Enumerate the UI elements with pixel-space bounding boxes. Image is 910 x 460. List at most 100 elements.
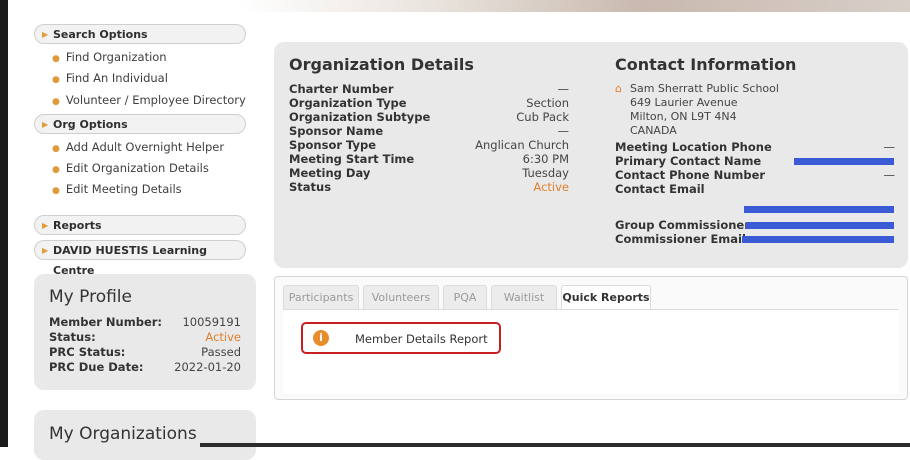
detail-label: Organization Subtype (289, 110, 431, 124)
detail-row: Charter Number — (289, 82, 569, 96)
window-top-strip (240, 0, 910, 12)
expand-triangle-icon: ▶ (42, 30, 49, 39)
detail-value: Section (526, 96, 569, 110)
member-details-report-button[interactable]: i Member Details Report (301, 322, 501, 354)
profile-label: Member Number: (49, 315, 163, 329)
org-options-label: Org Options (53, 118, 128, 131)
detail-value: 6:30 PM (522, 152, 569, 166)
address-line: CANADA (630, 124, 677, 137)
contact-label: Group Commissioner (615, 218, 750, 232)
detail-row: Organization Type Section (289, 96, 569, 110)
detail-label: Sponsor Name (289, 124, 384, 138)
contact-label: Commissioner Email (615, 232, 746, 246)
detail-row: Meeting Start Time 6:30 PM (289, 152, 569, 166)
tab-panel: Participants Volunteers PQA Waitlist Qui… (274, 276, 908, 400)
contact-row: Meeting Location Phone — (615, 140, 895, 154)
detail-value: Anglican Church (475, 138, 569, 152)
detail-row: Organization Subtype Cub Pack (289, 110, 569, 124)
search-options-header[interactable]: ▶ Search Options (34, 24, 246, 44)
address-line: Milton, ON L9T 4N4 (630, 110, 737, 123)
tab-quick-reports[interactable]: Quick Reports (561, 285, 651, 311)
detail-row: Sponsor Type Anglican Church (289, 138, 569, 152)
tab-volunteers[interactable]: Volunteers (363, 285, 439, 309)
redaction-bar (742, 236, 894, 243)
nav-find-individual[interactable]: ● Find An Individual (52, 71, 168, 85)
reports-label: Reports (53, 219, 102, 232)
profile-value: Active (205, 330, 241, 344)
report-label: Member Details Report (355, 332, 488, 346)
contact-label: Contact Phone Number (615, 168, 766, 182)
profile-card: My Profile Member Number: 10059191 Status… (34, 274, 256, 390)
profile-value: Passed (201, 345, 241, 359)
nav-edit-organization-details[interactable]: ● Edit Organization Details (52, 161, 209, 175)
tab-participants[interactable]: Participants (283, 285, 359, 309)
info-icon: i (313, 330, 329, 346)
reports-header[interactable]: ▶ Reports (34, 215, 246, 235)
bullet-icon: ● (52, 97, 60, 107)
profile-row: Status: Active (49, 330, 241, 344)
contact-label: Primary Contact Name (615, 154, 762, 168)
contact-row: Contact Phone Number — (615, 168, 895, 182)
detail-row: Meeting Day Tuesday (289, 166, 569, 180)
learning-centre-label: DAVID HUESTIS Learning Centre (53, 244, 208, 277)
nav-find-organization[interactable]: ● Find Organization (52, 50, 167, 64)
search-options-label: Search Options (53, 28, 148, 41)
org-options-header[interactable]: ▶ Org Options (34, 114, 246, 134)
profile-row: PRC Due Date: 2022-01-20 (49, 360, 241, 374)
tab-pqa[interactable]: PQA (443, 285, 487, 309)
expand-triangle-icon: ▶ (42, 246, 49, 255)
detail-label: Status (289, 180, 332, 194)
address-line: Sam Sherratt Public School (630, 82, 779, 95)
profile-value: 10059191 (182, 315, 241, 329)
detail-value: — (557, 82, 570, 96)
detail-value: — (557, 124, 570, 138)
nav-label: Edit Meeting Details (65, 182, 182, 196)
window-left-edge (0, 0, 8, 447)
tab-waitlist[interactable]: Waitlist (491, 285, 557, 309)
contact-value: — (883, 168, 896, 182)
detail-label: Organization Type (289, 96, 407, 110)
profile-value: 2022-01-20 (174, 360, 241, 374)
bullet-icon: ● (52, 186, 60, 196)
detail-row: Status Active (289, 180, 569, 194)
nav-label: Add Adult Overnight Helper (65, 140, 225, 154)
organizations-card: My Organizations (34, 410, 256, 460)
profile-title: My Profile (49, 287, 132, 307)
nav-label: Volunteer / Employee Directory (65, 93, 246, 107)
detail-row: Sponsor Name — (289, 124, 569, 138)
profile-label: Status: (49, 330, 96, 344)
expand-triangle-icon: ▶ (42, 221, 49, 230)
detail-value: Cub Pack (516, 110, 569, 124)
detail-label: Charter Number (289, 82, 394, 96)
bullet-icon: ● (52, 75, 60, 85)
bullet-icon: ● (52, 165, 60, 175)
profile-label: PRC Status: (49, 345, 126, 359)
bullet-icon: ● (52, 54, 60, 64)
bullet-icon: ● (52, 144, 60, 154)
redaction-bar (794, 158, 894, 165)
window-bottom-edge (200, 443, 910, 447)
contact-label: Meeting Location Phone (615, 140, 772, 154)
contact-title: Contact Information (615, 55, 797, 74)
organization-details-card: Organization Details Charter Number — Org… (274, 42, 908, 268)
nav-edit-meeting-details[interactable]: ● Edit Meeting Details (52, 182, 182, 196)
detail-label: Meeting Start Time (289, 152, 415, 166)
detail-value: Tuesday (522, 166, 569, 180)
nav-volunteer-directory[interactable]: ● Volunteer / Employee Directory (52, 93, 246, 107)
nav-add-adult-helper[interactable]: ● Add Adult Overnight Helper (52, 140, 224, 154)
quick-reports-body: i Member Details Report (283, 309, 899, 394)
redaction-bar (744, 206, 894, 213)
detail-label: Meeting Day (289, 166, 371, 180)
redaction-bar (746, 222, 894, 229)
learning-centre-header[interactable]: ▶ DAVID HUESTIS Learning Centre (34, 240, 246, 277)
detail-value: Active (533, 180, 569, 194)
contact-label: Contact Email (615, 182, 705, 196)
detail-label: Sponsor Type (289, 138, 377, 152)
contact-row: Contact Email (615, 182, 895, 196)
nav-label: Edit Organization Details (65, 161, 209, 175)
nav-label: Find Organization (65, 50, 167, 64)
address-line: 649 Laurier Avenue (630, 96, 738, 109)
nav-label: Find An Individual (65, 71, 168, 85)
home-icon: ⌂ (615, 82, 622, 95)
organizations-title: My Organizations (49, 424, 197, 444)
